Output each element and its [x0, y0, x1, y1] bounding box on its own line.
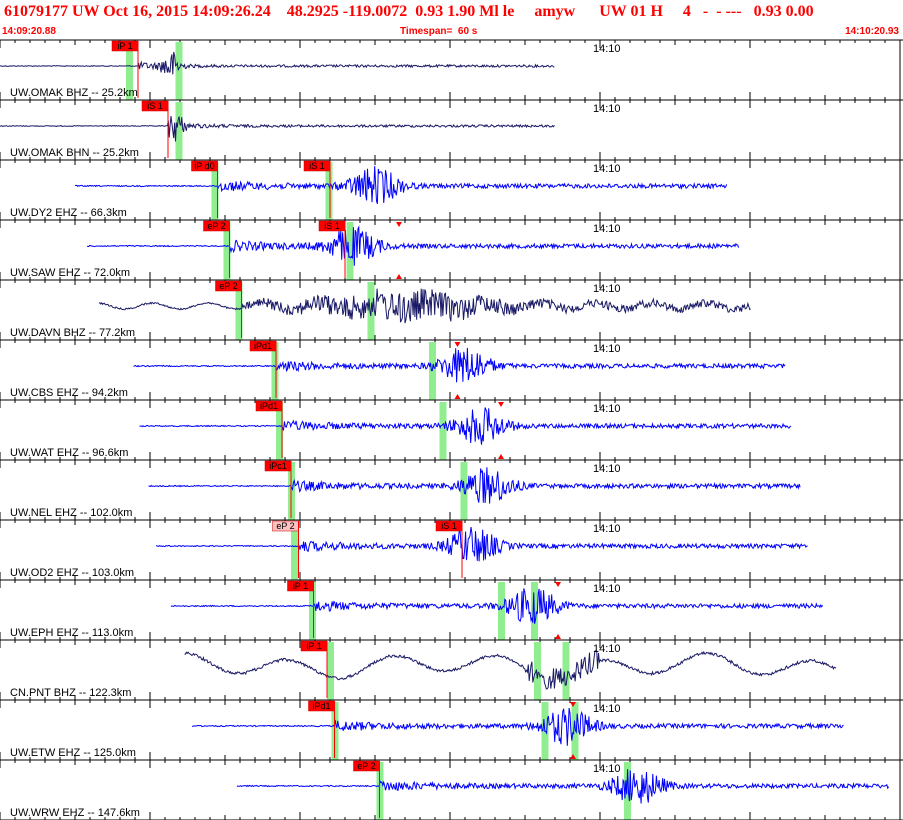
trace-row[interactable]: eP 2 14:10 UW.DAVN BHZ -- 77.2km — [0, 279, 903, 340]
pick-label: iPd1 — [312, 701, 330, 711]
minute-label: 14:10 — [593, 103, 621, 115]
trace-row[interactable]: iS 1 14:10 UW.OMAK BHN -- 25.2km — [0, 99, 903, 160]
amplitude-marker-top — [498, 402, 504, 407]
pick-window-band — [534, 642, 541, 700]
pick-window-band — [439, 402, 447, 460]
waveform-trace — [148, 467, 801, 504]
pick-label: iS 1 — [147, 101, 163, 111]
pick-label: iS 1 — [324, 221, 340, 231]
pick-label: iPd1 — [260, 401, 278, 411]
station-label: UW.DAVN BHZ -- 77.2km — [10, 327, 135, 339]
waveform-trace — [191, 707, 844, 746]
waveform-trace — [86, 225, 740, 266]
pick-window-band — [327, 642, 334, 700]
trace-row[interactable]: eP 2 iS 1 14:10 UW.OD2 EHZ -- 103.0km — [0, 519, 903, 580]
amplitude-marker-bottom — [555, 634, 561, 639]
pick-label: iPd1 — [254, 341, 272, 351]
waveform-trace — [75, 166, 728, 205]
station-label: UW.EPH EHZ -- 113.0km — [10, 627, 133, 639]
pick-label: iP 1 — [306, 641, 321, 651]
minute-label: 14:10 — [593, 403, 621, 415]
waveform-trace — [139, 407, 792, 445]
pick-window-band — [498, 582, 505, 640]
pick-label: iS 1 — [441, 521, 457, 531]
trace-row[interactable]: iP d0 iS 1 14:10 UW.DY2 EHZ -- 66.3km — [0, 159, 903, 220]
pick-label: eP 2 — [219, 281, 237, 291]
trace-row[interactable]: eP 2 14:10 UW.WRW EHZ -- 147.6km — [0, 759, 903, 820]
minute-label: 14:10 — [593, 163, 621, 175]
station-label: UW.OMAK BHN -- 25.2km — [10, 147, 139, 159]
pick-label: iPc1 — [269, 461, 287, 471]
waveform-trace — [184, 650, 837, 690]
pick-label: eP 2 — [207, 221, 225, 231]
station-label: UW.WRW EHZ -- 147.6km — [10, 807, 140, 819]
pick-window-band — [571, 702, 579, 760]
pick-window-band — [175, 42, 183, 100]
station-label: UW.CBS EHZ -- 94.2km — [10, 387, 128, 399]
trace-row[interactable]: iPd1 14:10 UW.WAT EHZ -- 96.6km — [0, 399, 903, 460]
amplitude-marker-bottom — [498, 454, 504, 459]
trace-row[interactable]: iP 1 14:10 CN.PNT BHZ -- 122.3km — [0, 639, 903, 700]
minute-label: 14:10 — [593, 43, 621, 55]
pick-window-band — [429, 342, 436, 400]
minute-label: 14:10 — [593, 763, 621, 775]
pick-label: eP 2 — [357, 761, 375, 771]
pick-window-band — [562, 642, 570, 700]
amplitude-marker-bottom — [396, 274, 402, 279]
station-label: UW.NEL EHZ -- 102.0km — [10, 507, 132, 519]
amplitude-marker-top — [555, 582, 561, 587]
minute-label: 14:10 — [593, 223, 621, 235]
station-label: CN.PNT BHZ -- 122.3km — [10, 687, 131, 699]
trace-row[interactable]: iPc1 14:10 UW.NEL EHZ -- 102.0km — [0, 459, 903, 520]
pick-label: iP 1 — [117, 41, 132, 51]
minute-label: 14:10 — [593, 583, 621, 595]
minute-label: 14:10 — [593, 283, 621, 295]
station-label: UW.ETW EHZ -- 125.0km — [10, 747, 136, 759]
minute-label: 14:10 — [593, 523, 621, 535]
trace-row[interactable]: iP 1 14:10 UW.EPH EHZ -- 113.0km — [0, 579, 903, 640]
waveform-trace — [133, 347, 786, 383]
pick-label: iP 1 — [293, 581, 308, 591]
waveform-trace — [0, 51, 555, 75]
pick-label: iP d0 — [194, 161, 214, 171]
pick-label: iS 1 — [309, 161, 325, 171]
trace-row[interactable]: iPd1 14:10 UW.CBS EHZ -- 94.2km — [0, 339, 903, 400]
waveform-trace — [0, 116, 555, 142]
station-label: UW.SAW EHZ -- 72.0km — [10, 267, 130, 279]
waveform-trace — [98, 288, 751, 324]
station-label: UW.DY2 EHZ -- 66.3km — [10, 207, 127, 219]
waveform-trace — [236, 769, 890, 804]
minute-label: 14:10 — [593, 703, 621, 715]
amplitude-marker-bottom — [454, 394, 461, 399]
waveform-trace — [170, 588, 824, 624]
amplitude-marker-top — [454, 342, 461, 347]
amplitude-marker-top — [396, 222, 402, 227]
minute-label: 14:10 — [593, 643, 621, 655]
station-label: UW.OMAK BHZ -- 25.2km — [10, 87, 138, 99]
seismogram-panel[interactable]: iP 1 14:10 UW.OMAK BHZ -- 25.2km iS 1 14:10 U… — [0, 0, 903, 820]
trace-row[interactable]: eP 2 iS 1 14:10 UW.SAW EHZ -- 72.0km — [0, 219, 903, 280]
station-label: UW.OD2 EHZ -- 103.0km — [10, 567, 134, 579]
waveform-trace — [156, 526, 808, 562]
trace-row[interactable]: iP 1 14:10 UW.OMAK BHZ -- 25.2km — [0, 39, 903, 100]
minute-label: 14:10 — [593, 463, 621, 475]
station-label: UW.WAT EHZ -- 96.6km — [10, 447, 128, 459]
trace-row[interactable]: iPd1 14:10 UW.ETW EHZ -- 125.0km — [0, 699, 903, 760]
minute-label: 14:10 — [593, 343, 621, 355]
pick-label: eP 2 — [276, 521, 294, 531]
pick-window-band — [175, 102, 183, 160]
